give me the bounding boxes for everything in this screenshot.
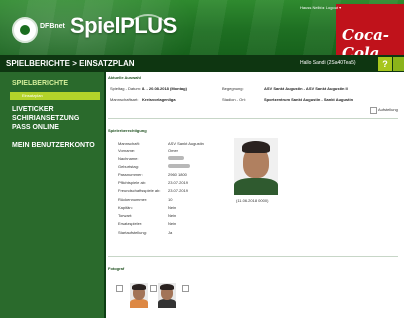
main-content: [106, 72, 404, 318]
section-title-spieler: Spielerberechtigung: [108, 128, 147, 133]
field-value-passnummer: 2960 1800: [168, 172, 187, 177]
breadcrumb: SPIELBERICHTE > EINSATZPLAN: [6, 59, 135, 68]
field-value-pflichtspiele: 23.07.2019: [168, 180, 189, 185]
section-title-fotograf: Fotograf: [108, 266, 125, 271]
sidebar-item-benutzerkonto[interactable]: MEIN BENUTZERKONTO: [12, 142, 95, 149]
section-divider: [108, 118, 398, 119]
field-value-vorname: Omer: [168, 148, 178, 153]
field-value-freundschaftsspiele: 23.07.2019: [168, 188, 189, 193]
dfb-label: DFBnet: [40, 23, 65, 30]
stadion-value: Sportzentrum Sankt Augustin - Sankt Augu…: [264, 97, 354, 102]
user-greeting: Hallo Sandi (2Sa40Tea5): [300, 60, 356, 66]
field-label-rueckennummer: Rückennummer:: [118, 197, 148, 202]
player-photo: [234, 138, 278, 195]
user-menu-button[interactable]: [393, 57, 404, 71]
thumb-shirt: [130, 299, 148, 308]
stadion-label: Stadion - Ort:: [222, 97, 246, 102]
field-label-freundschaftsspiele: Freundschaftsspiele ab:: [118, 188, 161, 193]
datum-label: Spieltag - Datum:: [110, 86, 141, 91]
thumb-hair: [160, 284, 174, 290]
field-label-torwart: Torwart:: [118, 213, 133, 218]
thumb-shirt: [158, 299, 176, 308]
field-label-ersatzspieler: Ersatzspieler:: [118, 221, 143, 226]
sidebar-item-einsatzplan-label: Einsatzplan: [22, 93, 43, 98]
dfb-logo-icon[interactable]: [12, 17, 38, 43]
datum-value: 8. - 20.08.2018 (Montag): [142, 86, 187, 91]
player-photo-shirt: [234, 178, 278, 195]
sidebar-heading-spielberichte[interactable]: SPIELBERICHTE: [12, 80, 68, 87]
sidebar-item-pass-online[interactable]: PASS ONLINE: [12, 124, 59, 131]
aufstellung-checkbox[interactable]: [370, 107, 377, 114]
section-title-auswahl: Aktuelle Auswahl: [108, 75, 141, 80]
photo-thumbnail[interactable]: [158, 283, 176, 308]
photo-select-checkbox[interactable]: [150, 285, 157, 292]
spielklasse-label: Mannschaftsart:: [110, 97, 139, 102]
photo-select-checkbox[interactable]: [116, 285, 123, 292]
sidebar-item-liveticker[interactable]: LIVETICKER: [12, 106, 54, 113]
field-label-startaufstellung: Startaufstellung:: [118, 230, 147, 235]
photo-select-checkbox[interactable]: [182, 285, 189, 292]
section-divider: [108, 256, 398, 257]
photo-caption: (11.06.2018 0000): [236, 198, 269, 203]
field-label-pflichtspiele: Pflichtspiele ab:: [118, 180, 147, 185]
field-label-geburtstag: Geburtstag:: [118, 164, 139, 169]
brand-arc-decoration: [128, 14, 168, 46]
field-label-vorname: Vorname:: [118, 148, 136, 153]
begegnung-value: ASV Sankt Augustin - ASV Sankt Augustin …: [264, 86, 348, 91]
help-button[interactable]: ?: [378, 57, 392, 71]
field-value-rueckennummer: 10: [168, 197, 173, 202]
aufstellung-label: Aufstellung: [378, 107, 398, 112]
app-window: DFBnet SpielPLUS Coca-Cola Hauss Nelbi ▸…: [0, 0, 404, 318]
field-label-kapitaen: Kapitän:: [118, 205, 133, 210]
header-top-user-links[interactable]: Hauss Nelbi ▸ Logout ▾: [300, 5, 341, 10]
field-label-nachname: Nachname:: [118, 156, 139, 161]
player-photo-hair: [242, 141, 270, 153]
field-value-kapitaen: Nein: [168, 205, 177, 210]
begegnung-label: Begegnung:: [222, 86, 244, 91]
photo-thumbnail[interactable]: [130, 283, 148, 308]
nachname-redacted: [168, 156, 184, 160]
field-value-ersatzspieler: Nein: [168, 221, 177, 226]
geburtstag-redacted: [168, 164, 190, 168]
field-value-torwart: Nein: [168, 213, 177, 218]
sidebar-item-schiriansetzung[interactable]: SCHIRIANSETZUNG: [12, 115, 79, 122]
field-value-mannschaft: ASV Sankt Augustin: [168, 141, 204, 146]
thumb-hair: [132, 284, 146, 290]
field-label-mannschaft: Mannschaft:: [118, 141, 140, 146]
field-value-startaufstellung: Ja: [168, 230, 173, 235]
field-label-passnummer: Passnummer:: [118, 172, 143, 177]
spielklasse-value: Kreisvorlagenliga: [142, 97, 176, 102]
